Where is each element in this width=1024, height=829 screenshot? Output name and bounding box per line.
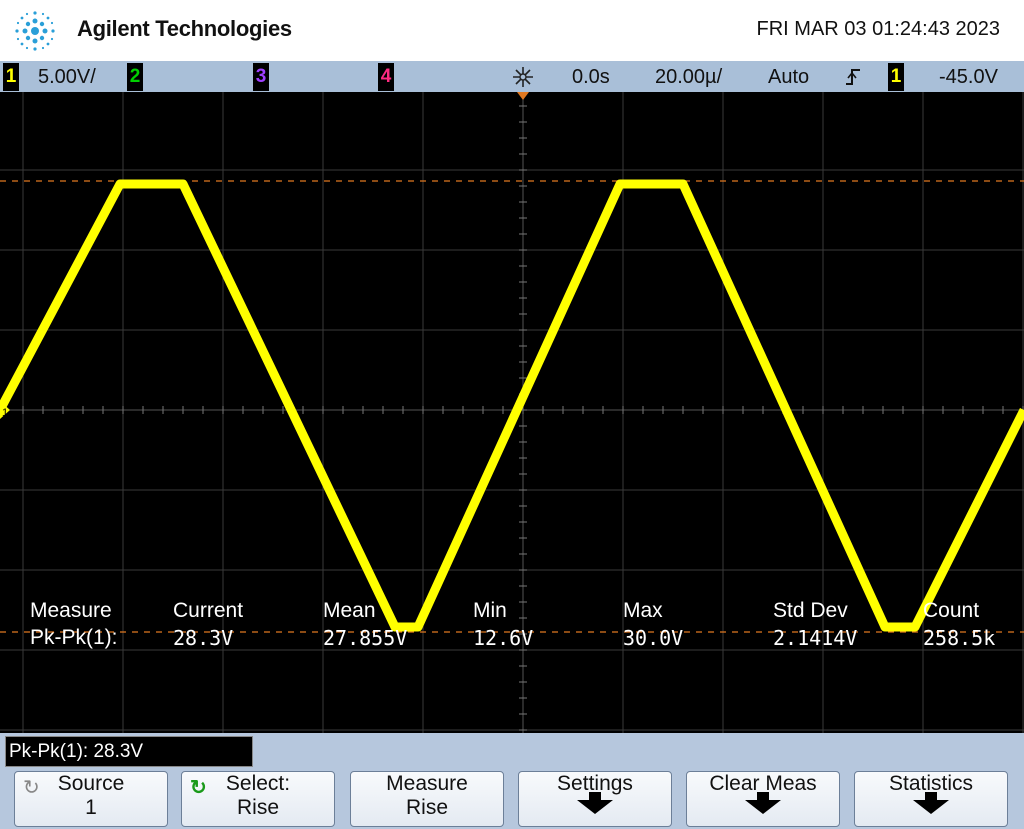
softkey-panel: Pk-Pk(1): 28.3V ↻ Source 1 ↻ Select: Ris… — [0, 733, 1024, 829]
channel-1-scale: 5.00V/ — [38, 66, 96, 88]
mean-header: Mean — [323, 599, 376, 622]
submenu-arrow-icon — [745, 800, 781, 814]
count-header: Count — [923, 599, 980, 622]
mean-value: 27.855V — [323, 626, 408, 650]
channel-1-indicator[interactable]: 1 — [3, 63, 19, 91]
settings-softkey[interactable]: Settings — [518, 771, 672, 827]
channel-4-indicator[interactable]: 4 — [378, 63, 394, 91]
channel-2-indicator[interactable]: 2 — [127, 63, 143, 91]
softkey-label: Select: — [225, 772, 291, 795]
clear-meas-softkey[interactable]: Clear Meas — [686, 771, 840, 827]
trigger-mode: Auto — [768, 66, 810, 88]
statistics-softkey[interactable]: Statistics — [854, 771, 1008, 827]
min-header: Min — [473, 599, 507, 622]
submenu-arrow-icon — [913, 800, 949, 814]
measure-rise-softkey[interactable]: Measure Rise — [350, 771, 504, 827]
date-time: FRI MAR 03 01:24:43 2023 — [756, 18, 1000, 40]
channel-3-indicator[interactable]: 3 — [253, 63, 269, 91]
min-value: 12.6V — [473, 626, 534, 650]
trigger-position-marker-icon — [517, 92, 529, 100]
waveform-display[interactable]: 1 Measure Current Mean Min Max Std Dev C… — [0, 92, 1024, 733]
current-value: 28.3V — [173, 626, 234, 650]
measurement-readout: Pk-Pk(1): 28.3V — [5, 736, 253, 767]
brand-name: Agilent Technologies — [77, 16, 292, 41]
softkey-label: Measure — [386, 772, 468, 795]
softkey-value: Rise — [405, 796, 448, 819]
softkey-value: Rise — [236, 796, 279, 819]
agilent-logo-icon — [15, 11, 55, 51]
measure-header: Measure — [30, 599, 112, 622]
submenu-arrow-icon — [577, 800, 613, 814]
softkey-value: 1 — [85, 796, 97, 819]
std-dev-value: 2.1414V — [773, 626, 858, 650]
status-bar: 1 5.00V/ 2 3 4 0.0s 20.00µ/ Auto 1 -45.0… — [0, 61, 1024, 92]
softkey-label: Source — [57, 772, 125, 795]
timebase-scale: 20.00µ/ — [655, 66, 723, 88]
std-dev-header: Std Dev — [773, 599, 848, 622]
measurement-name: Pk-Pk(1): — [30, 626, 118, 649]
source-softkey[interactable]: ↻ Source 1 — [14, 771, 168, 827]
rising-edge-icon — [846, 69, 860, 85]
horizontal-delay: 0.0s — [572, 66, 610, 88]
trigger-level: -45.0V — [939, 66, 998, 88]
ground-marker-label: 1 — [2, 407, 8, 419]
trigger-source[interactable]: 1 — [888, 63, 904, 91]
count-value: 258.5k — [923, 626, 996, 650]
max-header: Max — [623, 599, 663, 622]
run-status-icon — [513, 67, 533, 87]
select-softkey[interactable]: ↻ Select: Rise — [181, 771, 335, 827]
max-value: 30.0V — [623, 626, 684, 650]
header: Agilent Technologies FRI MAR 03 01:24:43… — [0, 0, 1024, 61]
current-header: Current — [173, 599, 244, 622]
